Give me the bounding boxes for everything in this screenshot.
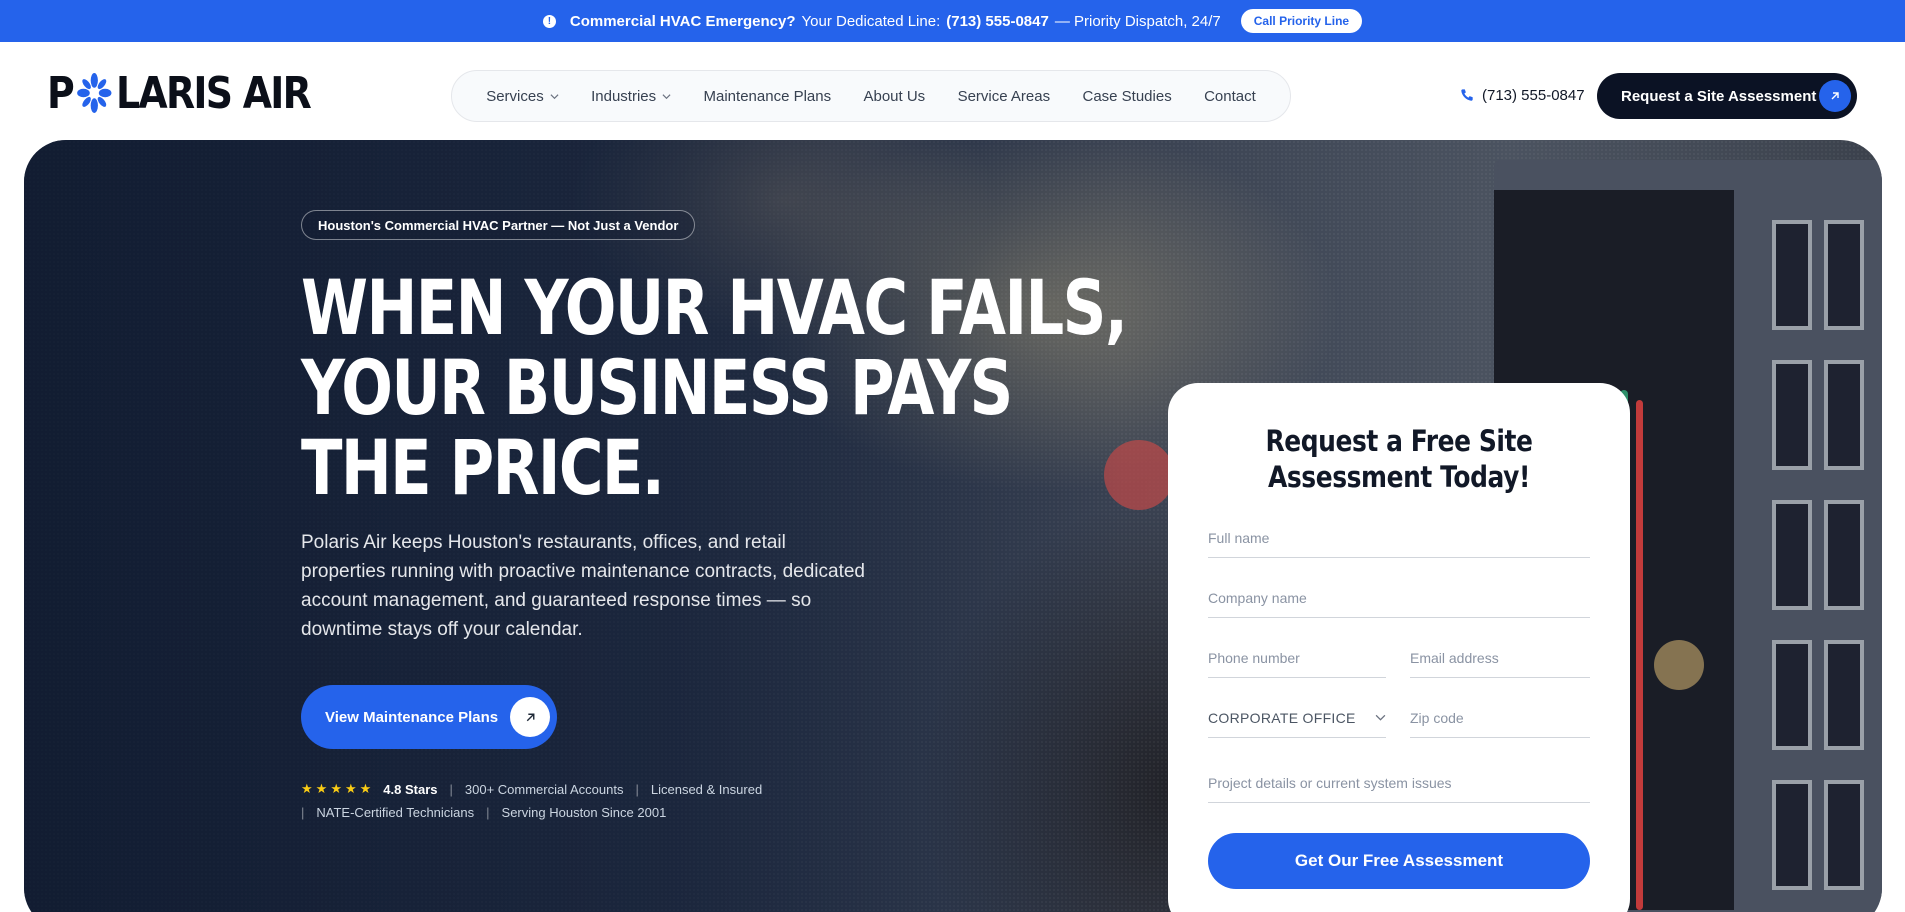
request-site-assessment-button[interactable]: Request a Site Assessment bbox=[1597, 73, 1857, 119]
logo-text-right: LARIS AIR bbox=[116, 67, 312, 119]
ac-fin bbox=[1824, 780, 1864, 890]
star-icon: ★ bbox=[344, 781, 357, 796]
trust-row: ★ ★ ★ ★ ★ 4.8 Stars | 300+ Commercial Ac… bbox=[301, 781, 762, 797]
assessment-form-card: Request a Free Site Assessment Today! Fu… bbox=[1168, 383, 1630, 912]
trust-item: 300+ Commercial Accounts bbox=[464, 781, 624, 797]
full-name-field[interactable]: Full name bbox=[1208, 518, 1590, 558]
info-icon: ! bbox=[542, 14, 556, 28]
cta-label: Request a Site Assessment bbox=[1621, 87, 1817, 105]
ac-fin bbox=[1824, 500, 1864, 610]
project-details-field[interactable]: Project details or current system issues bbox=[1208, 763, 1590, 803]
chevron-down-icon bbox=[662, 93, 671, 99]
hero-description: Polaris Air keeps Houston's restaurants,… bbox=[301, 532, 865, 640]
site-header: P LARIS AIR Services Industries Maintena… bbox=[0, 42, 1905, 142]
main-nav: Services Industries Maintenance Plans Ab… bbox=[451, 70, 1291, 122]
brass-valve bbox=[1654, 640, 1704, 690]
hero-button-label: View Maintenance Plans bbox=[325, 708, 499, 726]
chevron-down-icon bbox=[550, 93, 559, 99]
hero-section: Houston's Commercial HVAC Partner — Not … bbox=[24, 140, 1882, 912]
divider: | bbox=[486, 805, 490, 820]
get-free-assessment-button[interactable]: Get Our Free Assessment bbox=[1208, 833, 1590, 889]
headline-line: THE PRICE. bbox=[301, 423, 665, 512]
nav-label: Services bbox=[486, 87, 544, 105]
nav-item-industries[interactable]: Industries bbox=[591, 88, 671, 105]
ac-fin bbox=[1824, 640, 1864, 750]
nav-label: Industries bbox=[591, 87, 657, 105]
nav-item-maintenance-plans[interactable]: Maintenance Plans bbox=[704, 88, 832, 105]
zip-code-field[interactable]: Zip code bbox=[1410, 698, 1590, 738]
ac-fin bbox=[1772, 500, 1812, 610]
ac-fin bbox=[1824, 220, 1864, 330]
trust-item: Licensed & Insured bbox=[650, 781, 763, 797]
nav-item-service-areas[interactable]: Service Areas bbox=[958, 88, 1051, 105]
headline-line: YOUR BUSINESS PAYS bbox=[301, 343, 1013, 432]
arrow-up-right-icon bbox=[510, 697, 550, 737]
phone-number-field[interactable]: Phone number bbox=[1208, 638, 1386, 678]
logo-text-left: P bbox=[47, 67, 75, 119]
ac-fin bbox=[1824, 360, 1864, 470]
divider: | bbox=[449, 781, 453, 797]
trust-item: NATE-Certified Technicians bbox=[316, 805, 475, 820]
chevron-down-icon bbox=[1375, 714, 1386, 721]
hero-headline: WHEN YOUR HVAC FAILS, YOUR BUSINESS PAYS… bbox=[301, 263, 1128, 512]
email-address-field[interactable]: Email address bbox=[1410, 638, 1590, 678]
priority-phone[interactable]: (713) 555-0847 bbox=[946, 13, 1049, 30]
ac-fin bbox=[1772, 220, 1812, 330]
star-icon: ★ bbox=[330, 781, 342, 796]
nav-item-case-studies[interactable]: Case Studies bbox=[1082, 88, 1171, 105]
star-rating-icons: ★ ★ ★ ★ ★ bbox=[301, 781, 371, 797]
snowflake-icon bbox=[77, 73, 112, 113]
company-name-field[interactable]: Company name bbox=[1208, 578, 1590, 618]
ac-fin bbox=[1772, 360, 1812, 470]
logo[interactable]: P LARIS AIR bbox=[47, 67, 312, 119]
star-icon: ★ bbox=[301, 781, 313, 796]
announcement-bar: ! Commercial HVAC Emergency? Your Dedica… bbox=[0, 0, 1905, 42]
dispatch-note: — Priority Dispatch, 24/7 bbox=[1054, 12, 1221, 30]
nav-item-about-us[interactable]: About Us bbox=[863, 88, 925, 105]
star-icon: ★ bbox=[315, 781, 328, 796]
ac-fin bbox=[1772, 640, 1812, 750]
trust-row: | NATE-Certified Technicians | Serving H… bbox=[301, 805, 666, 820]
arrow-up-right-icon bbox=[1819, 80, 1851, 112]
emergency-label: Commercial HVAC Emergency? bbox=[569, 12, 796, 30]
ac-fin bbox=[1772, 780, 1812, 890]
select-value: CORPORATE OFFICE bbox=[1208, 709, 1356, 726]
header-phone-link[interactable]: (713) 555-0847 bbox=[1460, 82, 1585, 108]
pipe-red bbox=[1636, 400, 1643, 910]
call-priority-line-button[interactable]: Call Priority Line bbox=[1240, 9, 1363, 33]
divider: | bbox=[635, 781, 639, 797]
trust-item: Serving Houston Since 2001 bbox=[501, 805, 667, 820]
headline-line: WHEN YOUR HVAC FAILS, bbox=[301, 263, 1128, 352]
nav-item-services[interactable]: Services bbox=[486, 88, 559, 105]
nav-item-contact[interactable]: Contact bbox=[1204, 88, 1256, 105]
property-type-select[interactable]: CORPORATE OFFICE bbox=[1208, 698, 1386, 738]
star-icon: ★ bbox=[359, 781, 372, 796]
divider: | bbox=[301, 805, 305, 820]
rating-text: 4.8 Stars bbox=[383, 781, 438, 797]
phone-icon bbox=[1461, 89, 1473, 101]
form-title: Request a Free Site Assessment Today! bbox=[1265, 424, 1533, 494]
view-maintenance-plans-button[interactable]: View Maintenance Plans bbox=[301, 685, 557, 749]
header-phone-number: (713) 555-0847 bbox=[1482, 86, 1585, 104]
dedicated-line-label: Your Dedicated Line: bbox=[801, 12, 941, 30]
hero-tag: Houston's Commercial HVAC Partner — Not … bbox=[301, 210, 696, 240]
